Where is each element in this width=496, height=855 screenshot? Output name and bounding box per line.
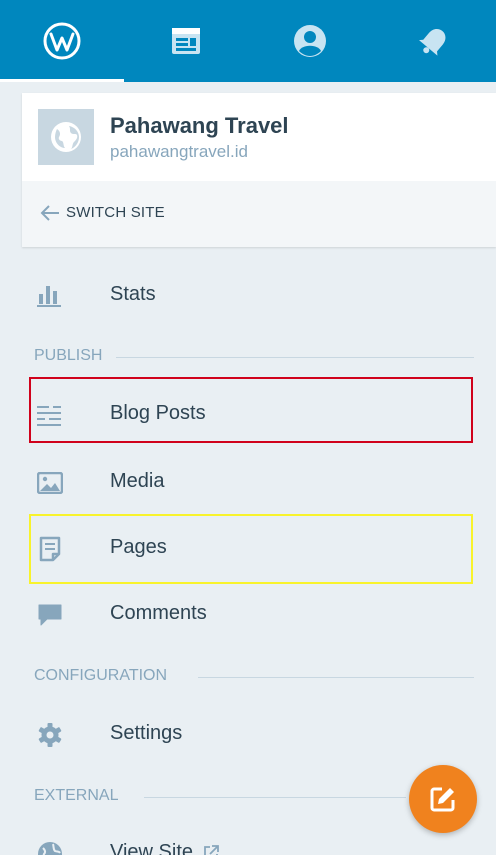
external-link-icon [204,844,219,855]
arrow-left-icon [40,205,59,221]
menu-item-settings[interactable]: Settings [0,705,496,765]
menu-item-blog-posts[interactable]: Blog Posts [0,385,496,445]
reader-icon [172,28,200,54]
globe-icon [36,840,64,855]
edit-icon [430,787,455,812]
tab-reader[interactable] [124,0,248,82]
bell-icon [419,29,446,56]
menu-label-view-site: View Site [110,841,219,855]
site-url: pahawangtravel.id [110,142,248,161]
wordpress-logo-icon [43,22,81,60]
divider [114,357,474,358]
menu-item-comments[interactable]: Comments [0,585,496,645]
posts-icon [36,401,64,429]
top-tab-bar [0,0,496,82]
section-header-configuration: CONFIGURATION [34,667,496,687]
switch-site-button[interactable]: SWITCH SITE [22,182,496,247]
menu-label-media: Media [110,470,165,492]
menu-item-stats[interactable]: Stats [0,266,496,326]
divider [144,797,406,798]
view-site-text: View Site [110,841,194,855]
gear-icon [36,721,64,749]
globe-icon [51,122,81,152]
site-avatar [38,109,94,165]
comment-icon [36,601,64,629]
new-post-button[interactable] [409,765,477,833]
user-circle-icon [294,25,326,57]
stats-icon [36,282,64,310]
tab-notifications[interactable] [372,0,496,82]
menu-label-comments: Comments [110,602,207,624]
switch-site-label: SWITCH SITE [66,204,165,221]
menu-item-view-site[interactable]: View Site [0,824,496,855]
current-site[interactable]: Pahawang Travel pahawangtravel.id [22,93,496,181]
tab-me[interactable] [248,0,372,82]
app-screen: Pahawang Travel pahawangtravel.id SWITCH… [0,0,496,855]
site-card: Pahawang Travel pahawangtravel.id SWITCH… [22,93,496,247]
site-name: Pahawang Travel [110,113,289,138]
tab-my-sites[interactable] [0,0,124,82]
section-label-publish: PUBLISH [34,347,117,365]
divider [198,677,474,678]
menu-item-media[interactable]: Media [0,453,496,513]
menu-label-pages: Pages [110,536,167,558]
menu-label-stats: Stats [110,283,156,305]
menu-label-blog-posts: Blog Posts [110,402,206,424]
page-icon [36,535,64,563]
section-label-external: EXTERNAL [34,787,133,805]
section-label-configuration: CONFIGURATION [34,667,182,685]
menu-label-settings: Settings [110,722,183,744]
section-header-publish: PUBLISH [34,347,496,367]
menu-item-pages[interactable]: Pages [0,519,496,579]
image-icon [36,469,64,497]
